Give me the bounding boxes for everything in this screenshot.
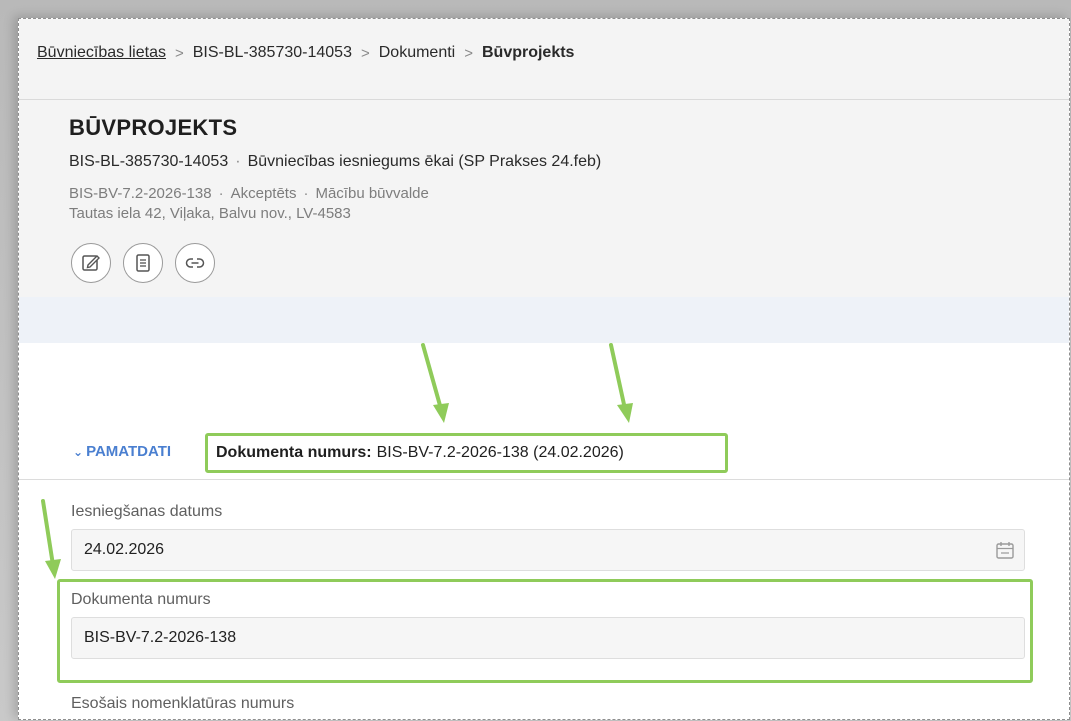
document-meta: BIS-BV-7.2-2026-138 · Akceptēts · Mācību būv…: [69, 185, 429, 202]
link-button[interactable]: [175, 243, 215, 283]
nomenclature-label: Esošais nomenklatūras numurs: [71, 695, 295, 712]
chevron-down-icon: ⌄: [73, 444, 84, 459]
calendar-icon[interactable]: [994, 539, 1016, 561]
authority-name: Mācību būvvalde: [315, 185, 429, 202]
action-icons: [71, 243, 215, 283]
document-status: Akceptēts: [230, 185, 297, 202]
submission-date-label: Iesniegšanas datums: [71, 503, 223, 520]
section-toggle-label: PAMATDATI: [86, 443, 172, 460]
case-name: Būvniecības iesniegums ēkai (SP Prakses …: [247, 153, 602, 170]
case-id: BIS-BL-385730-14053: [69, 153, 229, 170]
summary-label: Dokumenta numurs:: [216, 444, 372, 461]
address: Tautas iela 42, Viļaka, Balvu nov., LV-4…: [69, 205, 351, 222]
breadcrumb-separator: >: [464, 44, 473, 62]
breadcrumb-separator: >: [360, 44, 370, 62]
document-icon: [136, 254, 150, 272]
meta-separator: ·: [235, 153, 241, 170]
submission-date-input[interactable]: 24.02.2026: [71, 529, 1025, 571]
info-band: [19, 297, 1069, 343]
app-window: Būvniecības lietas > BIS-BL-385730-14053…: [18, 18, 1070, 720]
meta-separator: ·: [303, 185, 309, 202]
document-button[interactable]: [123, 243, 163, 283]
meta-separator: ·: [218, 185, 224, 202]
summary-value: BIS-BV-7.2-2026-138 (24.02.2026): [376, 444, 624, 461]
section-header: ⌄ PAMATDATI Dokumenta numurs: BIS-BV-7.2…: [19, 433, 1069, 480]
case-subline: BIS-BL-385730-14053 · Būvniecības iesniegu…: [69, 153, 601, 171]
breadcrumb-divider: [19, 99, 1069, 100]
document-number-value: BIS-BV-7.2-2026-138: [84, 629, 237, 646]
page-header: Būvniecības lietas > BIS-BL-385730-14053…: [19, 19, 1069, 298]
breadcrumb: Būvniecības lietas > BIS-BL-385730-14053…: [37, 41, 574, 65]
breadcrumb-item-cases[interactable]: Būvniecības lietas: [37, 44, 166, 62]
document-number: BIS-BV-7.2-2026-138: [69, 185, 212, 202]
breadcrumb-item-documents[interactable]: Dokumenti: [379, 44, 455, 62]
document-number-label: Dokumenta numurs: [71, 591, 211, 608]
breadcrumb-item-case-id[interactable]: BIS-BL-385730-14053: [193, 44, 352, 62]
breadcrumb-separator: >: [174, 44, 184, 62]
arrow-mark: [609, 343, 633, 423]
edit-icon: [82, 255, 100, 271]
edit-button[interactable]: [71, 243, 111, 283]
document-number-input[interactable]: BIS-BV-7.2-2026-138: [71, 617, 1025, 659]
breadcrumb-current: Būvprojekts: [481, 44, 575, 61]
highlight-summary-box: Dokumenta numurs: BIS-BV-7.2-2026-138 (2…: [205, 433, 728, 473]
submission-date-value: 24.02.2026: [84, 541, 165, 558]
section-toggle-pamatdati[interactable]: ⌄ PAMATDATI: [73, 443, 171, 460]
arrow-mark: [421, 343, 449, 423]
link-icon: [185, 258, 205, 268]
arrow-mark: [41, 499, 61, 579]
page-title: BŪVPROJEKTS: [69, 115, 238, 140]
